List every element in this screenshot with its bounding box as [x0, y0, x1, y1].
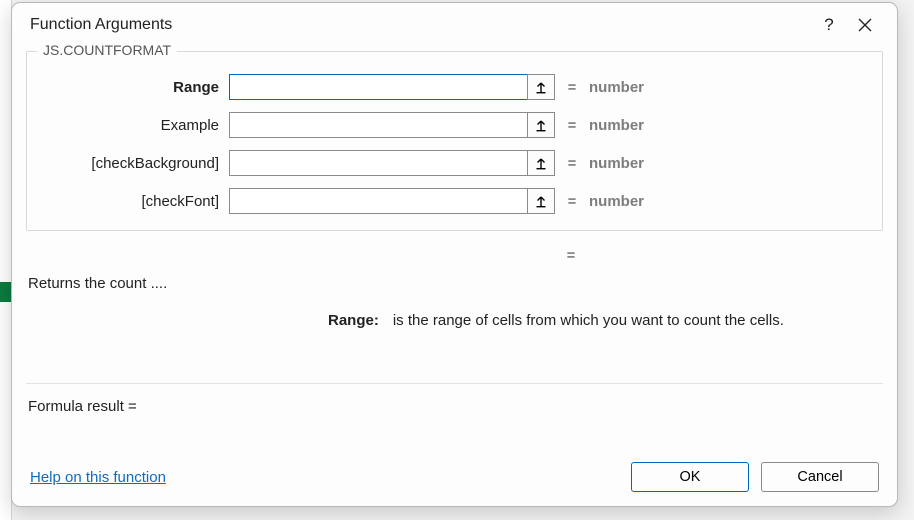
function-arguments-dialog: Function Arguments ? JS.COUNTFORMAT Rang… — [11, 2, 898, 507]
arg-type-hint: number — [589, 155, 644, 172]
arg-label: Example — [41, 117, 229, 134]
arg-label: Range — [41, 79, 229, 96]
collapse-dialog-icon[interactable] — [527, 112, 555, 138]
arg-input-wrap — [229, 150, 555, 176]
help-link[interactable]: Help on this function — [30, 469, 166, 486]
active-argument-description: Range: is the range of cells from which … — [28, 312, 881, 329]
arg-label: [checkBackground] — [41, 155, 229, 172]
arguments-group: JS.COUNTFORMAT Range=numberExample=numbe… — [26, 51, 883, 231]
function-name: JS.COUNTFORMAT — [37, 42, 177, 58]
divider — [26, 383, 883, 384]
collapse-dialog-icon[interactable] — [527, 150, 555, 176]
arg-input-wrap — [229, 74, 555, 100]
cancel-button[interactable]: Cancel — [761, 462, 879, 492]
arg-row: Range =number — [41, 74, 868, 100]
dialog-footer: Help on this function OK Cancel — [12, 462, 897, 492]
formula-result-label: Formula result = — [28, 398, 137, 415]
arg-input-wrap — [229, 112, 555, 138]
arg-label: [checkFont] — [41, 193, 229, 210]
function-short-description: Returns the count .... — [28, 275, 881, 292]
active-arg-name: Range: — [328, 312, 379, 329]
equals-sign: = — [555, 117, 589, 134]
arg-input[interactable] — [229, 112, 527, 138]
arg-input[interactable] — [229, 188, 527, 214]
arg-input-wrap — [229, 188, 555, 214]
collapse-dialog-icon[interactable] — [527, 74, 555, 100]
background-selection — [0, 282, 11, 302]
equals-sign: = — [554, 247, 588, 264]
dialog-title: Function Arguments — [30, 16, 172, 34]
arg-row: Example =number — [41, 112, 868, 138]
arg-row: [checkFont] =number — [41, 188, 868, 214]
equals-sign: = — [555, 193, 589, 210]
formula-result-row: Formula result = — [28, 398, 881, 415]
collapse-dialog-icon[interactable] — [527, 188, 555, 214]
ok-button[interactable]: OK — [631, 462, 749, 492]
arg-type-hint: number — [589, 117, 644, 134]
intermediate-result-row: = — [26, 245, 883, 265]
equals-sign: = — [555, 155, 589, 172]
close-icon[interactable] — [847, 7, 883, 43]
active-arg-desc: is the range of cells from which you wan… — [393, 312, 784, 329]
arg-type-hint: number — [589, 79, 644, 96]
arg-input[interactable] — [229, 150, 527, 176]
equals-sign: = — [555, 79, 589, 96]
help-icon[interactable]: ? — [811, 7, 847, 43]
arg-type-hint: number — [589, 193, 644, 210]
titlebar: Function Arguments ? — [12, 3, 897, 47]
arg-input[interactable] — [229, 74, 527, 100]
arg-row: [checkBackground] =number — [41, 150, 868, 176]
